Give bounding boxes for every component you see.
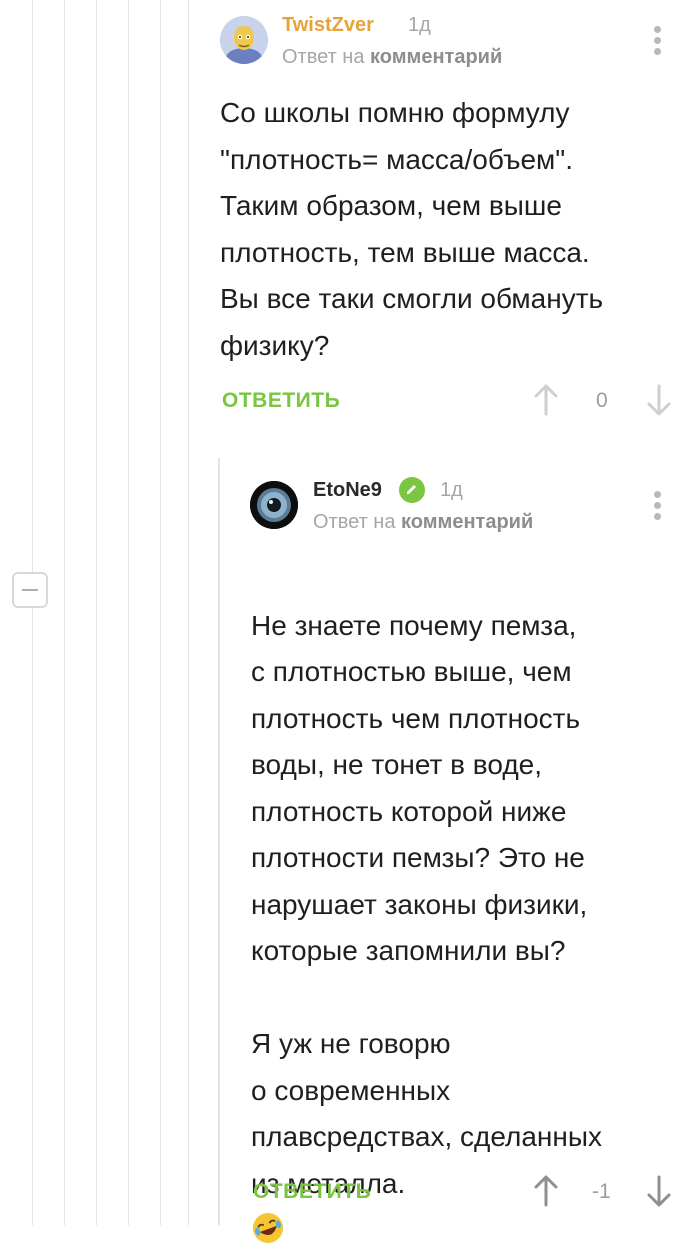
username[interactable]: TwistZver (282, 14, 374, 37)
reply-to[interactable]: Ответ на комментарий (282, 46, 502, 69)
verified-badge-icon (399, 477, 425, 503)
collapse-thread-icon[interactable] (12, 572, 48, 608)
thread-indent-line (32, 0, 33, 1225)
avatar[interactable] (250, 481, 298, 529)
username[interactable]: EtoNe9 (313, 479, 382, 502)
thread-indent-line (160, 0, 161, 1225)
avatar-image (250, 481, 298, 529)
thread-indent-line (96, 0, 97, 1225)
reply-to[interactable]: Ответ на комментарий (313, 511, 533, 534)
thread-indent-line (64, 0, 65, 1225)
reply-thread-line (218, 458, 220, 1225)
more-vertical-icon[interactable] (653, 491, 663, 524)
laughing-emoji-icon (253, 1213, 283, 1243)
thread-indent-line (188, 0, 189, 1225)
reply-button[interactable]: ОТВЕТИТЬ (222, 389, 340, 413)
downvote-arrow-icon[interactable] (646, 1175, 672, 1207)
upvote-arrow-icon[interactable] (533, 1175, 559, 1207)
reply-to-link[interactable]: комментарий (370, 46, 502, 68)
comment-body: Со школы помню формулу "плотность= масса… (220, 97, 604, 361)
comment-time: 1д (408, 14, 431, 36)
downvote-arrow-icon[interactable] (646, 384, 672, 416)
comment-body-text: Не знаете почему пемза, с плотностью выш… (251, 609, 602, 1199)
upvote-arrow-icon[interactable] (533, 384, 559, 416)
reply-to-prefix: Ответ на (282, 46, 365, 68)
comment-body: Не знаете почему пемза, с плотностью выш… (251, 556, 602, 1254)
thread-indent-line (128, 0, 129, 1225)
comment-time: 1д (440, 479, 463, 501)
vote-score: -1 (592, 1180, 611, 1203)
reply-to-link[interactable]: комментарий (401, 511, 533, 533)
avatar[interactable] (220, 16, 268, 64)
vote-score: 0 (596, 389, 608, 412)
reply-button[interactable]: ОТВЕТИТЬ (253, 1180, 371, 1204)
avatar-image (220, 16, 268, 64)
reply-to-prefix: Ответ на (313, 511, 396, 533)
more-vertical-icon[interactable] (653, 26, 663, 59)
